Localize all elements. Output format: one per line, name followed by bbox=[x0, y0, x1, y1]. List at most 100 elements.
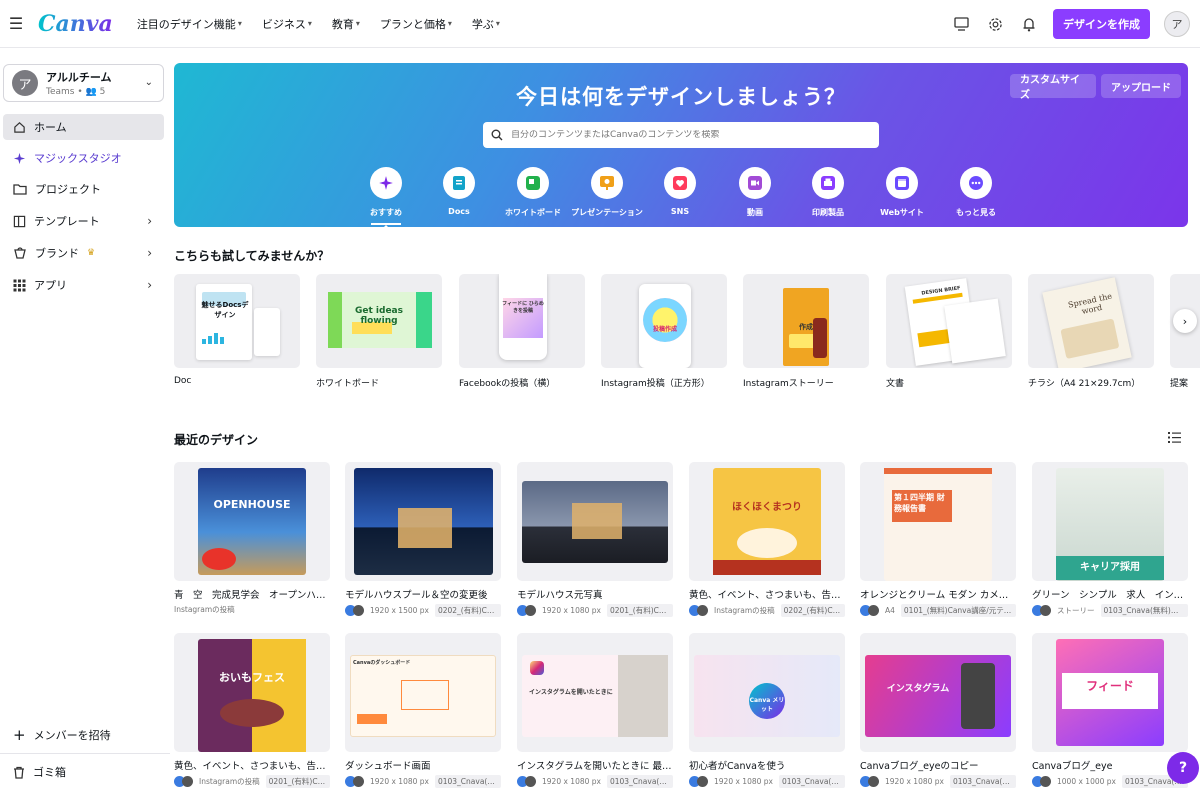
collaborator-avatars bbox=[689, 776, 708, 787]
nav-label: ビジネス bbox=[261, 17, 306, 31]
folder-tag[interactable]: 0103_Cnava(無料) bbox=[606, 775, 673, 788]
custom-size-button[interactable]: カスタムサイズ bbox=[1010, 74, 1096, 101]
carousel-next-button[interactable]: › bbox=[1173, 309, 1197, 333]
search-input[interactable] bbox=[511, 130, 851, 140]
folder-tag[interactable]: 0101_(無料)Canva講座/元テンプレ bbox=[900, 604, 1016, 617]
design-card[interactable]: ほくほくまつり 黄色、イベント、さつまいも、告知… Instagramの投稿 0… bbox=[689, 462, 845, 617]
canva-logo[interactable]: Canva bbox=[38, 11, 113, 37]
nav-learn[interactable]: 学ぶ ▾ bbox=[472, 16, 500, 32]
design-card[interactable]: モデルハウスプール＆空の変更後 1920 x 1500 px 0202_(有料)… bbox=[345, 462, 501, 617]
category-more[interactable]: もっと見る bbox=[939, 167, 1013, 218]
team-switcher[interactable]: ア アルルチーム Teams • 👥 5 ⌄ bbox=[3, 64, 164, 102]
design-card[interactable]: 第１四半期 財務報告書 オレンジとクリーム モダン カメラ… A4 0101_(… bbox=[860, 462, 1016, 617]
avatar[interactable]: ア bbox=[1164, 11, 1190, 37]
folder-tag[interactable]: 0201_(有料)Canva講 bbox=[606, 604, 673, 617]
desktop-app-icon[interactable] bbox=[951, 14, 971, 34]
category-website[interactable]: Webサイト bbox=[865, 167, 939, 218]
date-strip bbox=[713, 560, 821, 575]
trash-button[interactable]: ゴミ箱 bbox=[3, 759, 164, 785]
try-card-facebook[interactable]: フィードに ひらめきを投稿 Facebookの投稿（横） bbox=[459, 274, 585, 389]
printer-icon bbox=[812, 167, 844, 199]
sidebar-item-projects[interactable]: プロジェクト bbox=[3, 176, 164, 202]
folder-tag[interactable]: 0103_Cnava(無料) bbox=[434, 775, 501, 788]
list-view-icon[interactable] bbox=[1168, 432, 1181, 446]
sidebar-item-apps[interactable]: アプリ › bbox=[3, 272, 164, 298]
design-thumb bbox=[517, 462, 673, 581]
help-button[interactable]: ? bbox=[1167, 752, 1199, 784]
folder-tag[interactable]: 0103_Cnava(無料) bbox=[778, 775, 845, 788]
design-card[interactable]: モデルハウス元写真 1920 x 1080 px 0201_(有料)Canva講 bbox=[517, 462, 673, 617]
design-card[interactable]: OPENHOUSE 青 空 完成見学会 オープンハウ… Instagramの投稿 bbox=[174, 462, 330, 615]
wb-stripe-right bbox=[416, 292, 432, 348]
gear-icon[interactable] bbox=[985, 14, 1005, 34]
category-whiteboard[interactable]: ホワイトボード bbox=[496, 167, 570, 218]
design-thumb: キャリア採用 bbox=[1032, 462, 1188, 581]
try-thumb: 投稿作成 bbox=[601, 274, 727, 368]
category-docs[interactable]: Docs bbox=[422, 167, 496, 216]
bell-icon[interactable] bbox=[1019, 14, 1039, 34]
category-presentation[interactable]: プレゼンテーション bbox=[570, 167, 644, 218]
bun-shape bbox=[737, 528, 797, 558]
fb-thumb-text: フィードに ひらめきを投稿 bbox=[502, 301, 544, 314]
invite-label: メンバーを招待 bbox=[33, 729, 111, 742]
chevron-down-icon: ▾ bbox=[237, 19, 242, 28]
collaborator-avatars bbox=[174, 776, 193, 787]
folder-tag[interactable]: 0202_(有料)Canva講 bbox=[780, 604, 845, 617]
sidebar-item-brand[interactable]: ブランド ♛ › bbox=[3, 240, 164, 266]
fb-phone bbox=[499, 274, 547, 360]
create-design-button[interactable]: デザインを作成 bbox=[1053, 9, 1150, 39]
thumb-image bbox=[350, 655, 496, 737]
category-recommended[interactable]: おすすめ bbox=[349, 167, 423, 230]
folder-tag[interactable]: 0103_Cnava(無料) bbox=[949, 775, 1016, 788]
folder-tag[interactable]: 0103_Cnava(無料)ブログ bbox=[1100, 604, 1188, 617]
try-card-flyer[interactable]: Spread the word チラシ（A4 21×29.7cm） bbox=[1028, 274, 1154, 389]
design-card[interactable]: インスタグラム Canvaブログ_eyeのコピー 1920 x 1080 px … bbox=[860, 633, 1016, 788]
nav-featured[interactable]: 注目のデザイン機能 ▾ bbox=[137, 16, 242, 32]
menu-icon[interactable]: ☰ bbox=[0, 0, 32, 48]
design-meta: 1920 x 1080 px 0103_Cnava(無料) bbox=[345, 775, 501, 788]
nav-business[interactable]: ビジネス ▾ bbox=[262, 16, 312, 32]
sidebar-item-label: ブランド bbox=[35, 247, 79, 260]
thumb-image bbox=[713, 468, 821, 575]
try-card-instagram-story[interactable]: 作成 Instagramストーリー bbox=[743, 274, 869, 389]
meta-text: 1920 x 1080 px bbox=[714, 777, 773, 786]
design-card[interactable]: フィード Canvaブログ_eye 1000 x 1000 px 0103_Cn… bbox=[1032, 633, 1188, 788]
try-card-whiteboard[interactable]: Get ideas flowing ホワイトボード bbox=[316, 274, 442, 389]
thumb-image bbox=[198, 639, 306, 752]
design-card[interactable]: おいもフェス 黄色、イベント、さつまいも、告知… Instagramの投稿 02… bbox=[174, 633, 330, 788]
heart-icon bbox=[664, 167, 696, 199]
sidebar-item-magic-studio[interactable]: マジックスタジオ bbox=[3, 145, 164, 171]
try-card-doc[interactable]: 魅せるDocsデザイン Doc bbox=[174, 274, 300, 386]
folder-tag[interactable]: 0202_(有料)Canva講 bbox=[434, 604, 501, 617]
invite-members-button[interactable]: + メンバーを招待 bbox=[3, 722, 164, 748]
try-thumb: フィードに ひらめきを投稿 bbox=[459, 274, 585, 368]
category-print[interactable]: 印刷製品 bbox=[791, 167, 865, 218]
category-video[interactable]: 動画 bbox=[718, 167, 792, 218]
try-card-document[interactable]: DESIGN BRIEF 文書 bbox=[886, 274, 1012, 389]
sidebar-item-templates[interactable]: テンプレート › bbox=[3, 208, 164, 234]
collaborator-avatars bbox=[860, 776, 879, 787]
design-card[interactable]: キャリア採用 グリーン シンプル 求人 インス… ストーリー 0103_Cnav… bbox=[1032, 462, 1188, 617]
design-card[interactable]: Canvaのダッシュボード ダッシュボード画面 1920 x 1080 px 0… bbox=[345, 633, 501, 788]
thumb-text: Canva メリット bbox=[749, 697, 785, 713]
meta-text: 1920 x 1080 px bbox=[542, 777, 601, 786]
design-meta: 1000 x 1000 px 0103_Cnava(無料) bbox=[1032, 775, 1188, 788]
category-sns[interactable]: SNS bbox=[643, 167, 717, 216]
nav-education[interactable]: 教育 ▾ bbox=[332, 16, 360, 32]
design-title: ダッシュボード画面 bbox=[345, 761, 431, 772]
folder-tag[interactable]: 0201_(有料)Canva講 bbox=[265, 775, 330, 788]
recent-section-title: 最近のデザイン bbox=[174, 433, 259, 447]
design-card[interactable]: Canva メリット 初心者がCanvaを使う 1920 x 1080 px 0… bbox=[689, 633, 845, 788]
nav-pricing[interactable]: プランと価格 ▾ bbox=[380, 16, 452, 32]
design-card[interactable]: インスタグラムを開いたときに インスタグラムを開いたときに 最… 1920 x … bbox=[517, 633, 673, 788]
active-caret bbox=[381, 225, 391, 230]
try-thumb: 作成 bbox=[743, 274, 869, 368]
design-title: インスタグラムを開いたときに 最… bbox=[517, 761, 672, 772]
try-card-instagram-post[interactable]: 投稿作成 Instagram投稿（正方形） bbox=[601, 274, 727, 389]
search-box bbox=[483, 122, 879, 148]
meta-text: Instagramの投稿 bbox=[714, 606, 775, 615]
sidebar-item-home[interactable]: ホーム bbox=[3, 114, 164, 140]
upload-button[interactable]: アップロード bbox=[1101, 74, 1181, 98]
try-thumb: DESIGN BRIEF bbox=[886, 274, 1012, 368]
design-thumb: Canva メリット bbox=[689, 633, 845, 752]
